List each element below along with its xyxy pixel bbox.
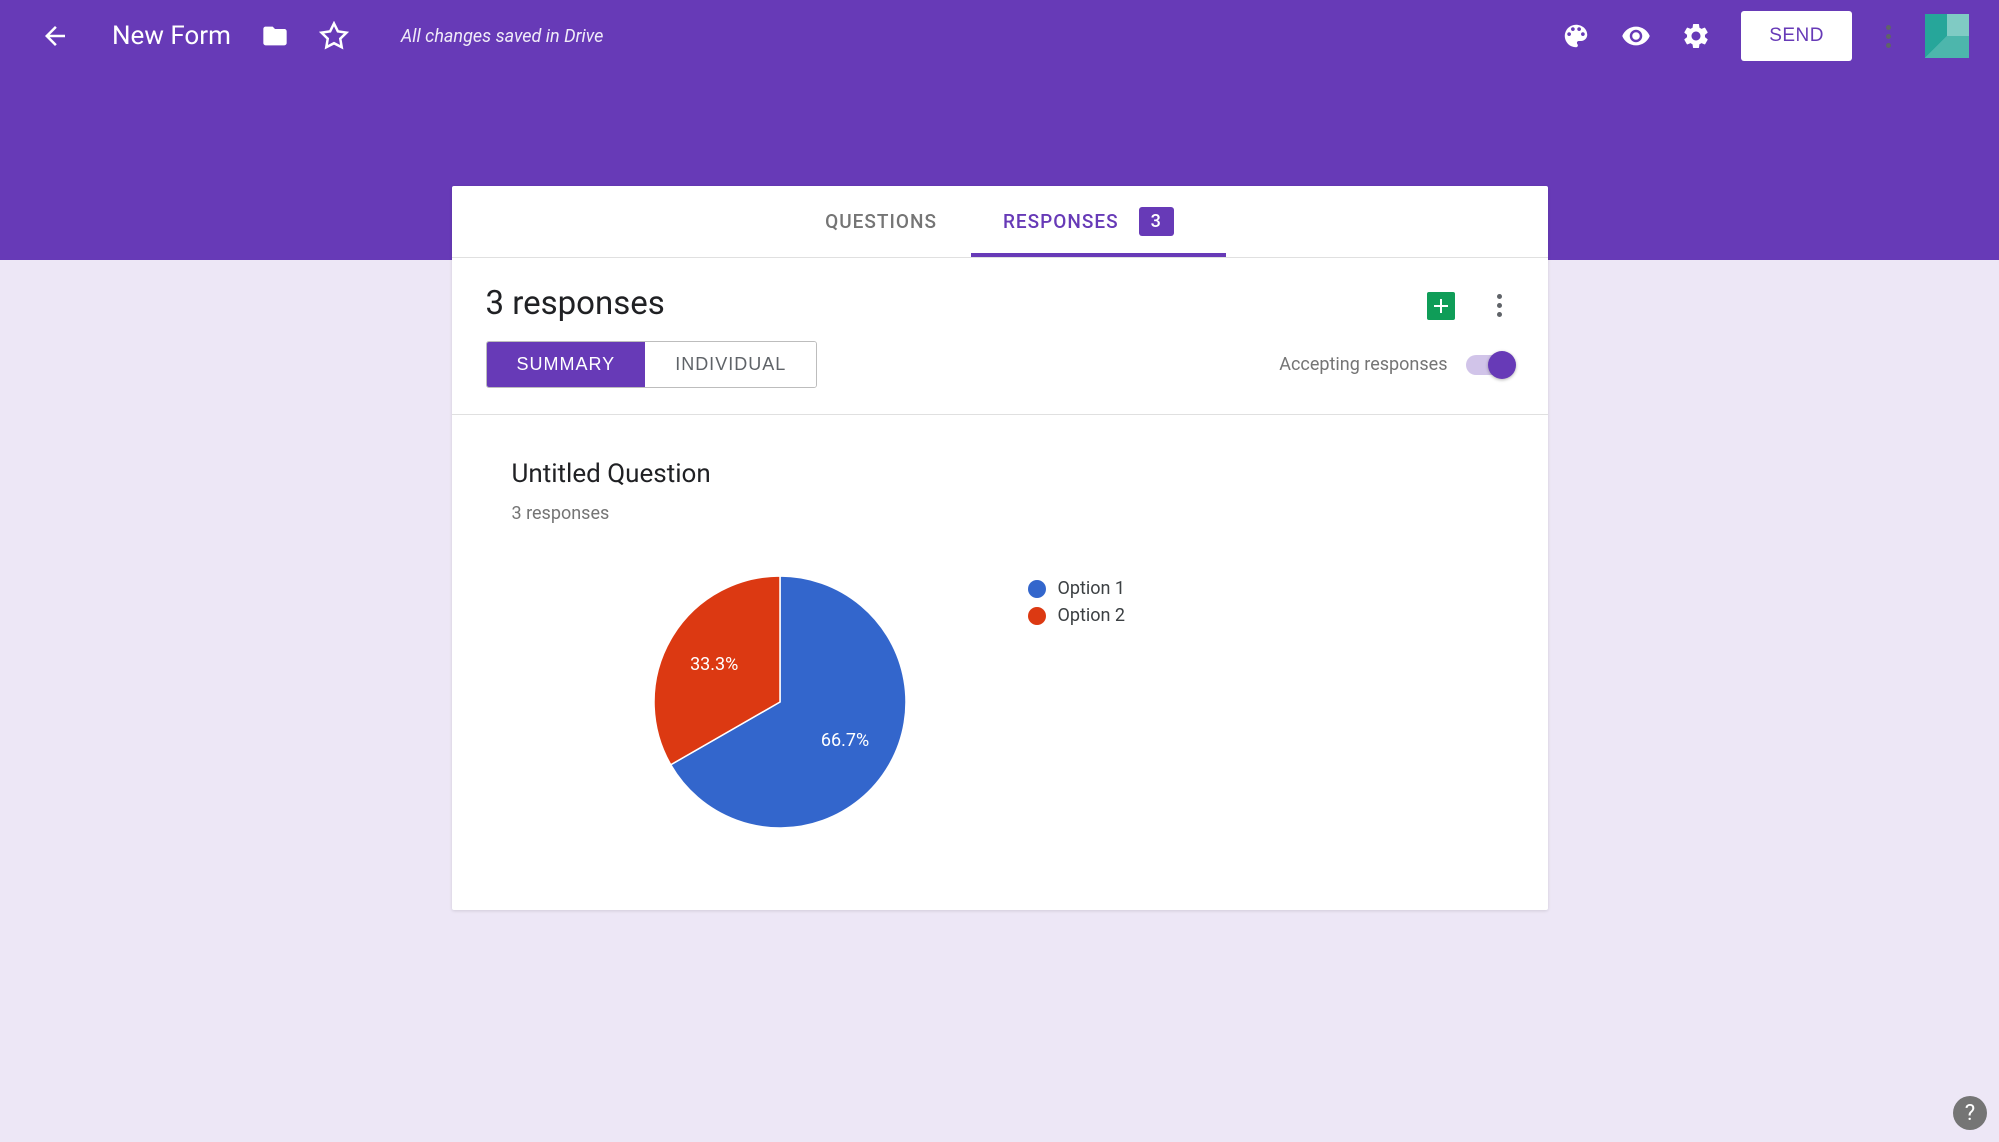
pie-chart: 66.7% 33.3%	[652, 574, 908, 830]
question-count: 3 responses	[512, 503, 1488, 524]
responses-badge: 3	[1139, 207, 1174, 236]
back-arrow-icon[interactable]	[40, 21, 70, 51]
legend-swatch	[1028, 607, 1046, 625]
more-menu-icon[interactable]	[1882, 21, 1895, 52]
tab-questions[interactable]: QUESTIONS	[825, 186, 937, 257]
view-toggle: SUMMARY INDIVIDUAL	[486, 341, 818, 388]
card-tabs: QUESTIONS RESPONSES 3	[452, 186, 1548, 258]
responses-header: 3 responses	[452, 258, 1548, 323]
responses-actions	[1427, 290, 1506, 321]
responses-title: 3 responses	[486, 284, 665, 323]
sheets-icon[interactable]	[1427, 292, 1455, 320]
pie-slice-label: 33.3%	[690, 654, 738, 675]
legend-item: Option 1	[1028, 578, 1126, 599]
legend-swatch	[1028, 580, 1046, 598]
toolbar-right: SEND	[1561, 11, 1969, 61]
send-button[interactable]: SEND	[1741, 11, 1852, 61]
folder-icon[interactable]	[261, 22, 289, 50]
accepting-responses: Accepting responses	[1279, 354, 1513, 375]
legend-item: Option 2	[1028, 605, 1126, 626]
accepting-switch[interactable]	[1466, 355, 1514, 375]
responses-more-icon[interactable]	[1493, 290, 1506, 321]
palette-icon[interactable]	[1561, 21, 1591, 51]
legend-label: Option 1	[1058, 578, 1126, 599]
legend-label: Option 2	[1058, 605, 1126, 626]
accepting-label: Accepting responses	[1279, 354, 1447, 375]
tab-responses-label: RESPONSES	[1003, 210, 1119, 233]
save-status: All changes saved in Drive	[401, 26, 603, 47]
preview-icon[interactable]	[1621, 21, 1651, 51]
chart-area: 66.7% 33.3% Option 1 Option 2	[512, 574, 1488, 830]
chart-legend: Option 1 Option 2	[1028, 574, 1126, 632]
form-title[interactable]: New Form	[112, 21, 231, 51]
question-title: Untitled Question	[512, 459, 1488, 489]
pie-slice-label: 66.7%	[821, 730, 869, 751]
toolbar: New Form All changes saved in Drive SEND	[0, 0, 1999, 72]
main-card: QUESTIONS RESPONSES 3 3 responses SUMMAR…	[452, 186, 1548, 910]
avatar[interactable]	[1925, 14, 1969, 58]
tab-responses[interactable]: RESPONSES 3	[1003, 186, 1174, 257]
summary-toggle[interactable]: SUMMARY	[487, 342, 646, 387]
question-section: Untitled Question 3 responses 66.7% 33.3%…	[452, 415, 1548, 910]
star-icon[interactable]	[319, 21, 349, 51]
view-controls: SUMMARY INDIVIDUAL Accepting responses	[452, 323, 1548, 415]
toolbar-left: New Form All changes saved in Drive	[40, 21, 603, 51]
individual-toggle[interactable]: INDIVIDUAL	[645, 342, 816, 387]
help-icon[interactable]: ?	[1953, 1096, 1987, 1130]
settings-icon[interactable]	[1681, 21, 1711, 51]
